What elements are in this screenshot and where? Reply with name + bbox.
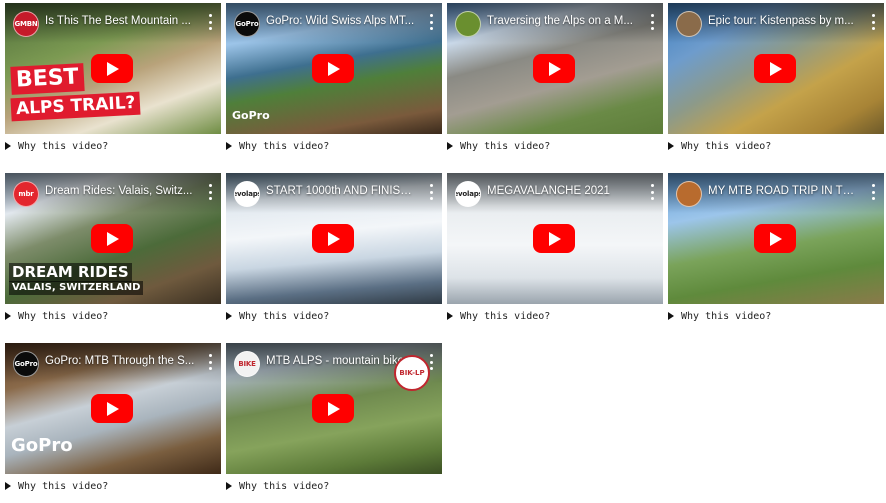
video-title[interactable]: MY MTB ROAD TRIP IN TH... xyxy=(708,185,858,197)
more-options-icon[interactable] xyxy=(205,184,215,200)
video-card[interactable]: BIKE MTB ALPS - mountain bike ... BIK-LP… xyxy=(226,343,442,503)
video-card[interactable]: Epic tour: Kistenpass by m... Why this v… xyxy=(668,3,884,163)
youtube-play-icon[interactable] xyxy=(91,224,133,253)
thumbnail-overlay-text: BEST xyxy=(10,63,85,95)
why-this-video-toggle[interactable]: Why this video? xyxy=(226,479,329,493)
why-this-video-toggle[interactable]: Why this video? xyxy=(668,309,771,323)
video-card[interactable]: mbr Dream Rides: Valais, Switz... DREAM … xyxy=(5,173,221,333)
video-title[interactable]: GoPro: Wild Swiss Alps MT... xyxy=(266,15,416,27)
video-card[interactable]: GoPro GoPro: MTB Through the S... GoPro … xyxy=(5,343,221,503)
video-card[interactable]: evolaps MEGAVALANCHE 2021 Why this video… xyxy=(447,173,663,333)
video-title[interactable]: Dream Rides: Valais, Switz... xyxy=(45,185,195,197)
video-title[interactable]: START 1000th AND FINISH ... xyxy=(266,185,416,197)
video-thumbnail[interactable]: evolaps START 1000th AND FINISH ... xyxy=(226,173,442,304)
disclosure-triangle-icon xyxy=(5,312,11,320)
video-title[interactable]: MEGAVALANCHE 2021 xyxy=(487,185,637,197)
disclosure-triangle-icon xyxy=(447,142,453,150)
why-this-video-toggle[interactable]: Why this video? xyxy=(447,309,550,323)
why-this-video-toggle[interactable]: Why this video? xyxy=(226,139,329,153)
gopro-logo: GoPro xyxy=(11,435,73,456)
youtube-play-icon[interactable] xyxy=(312,224,354,253)
channel-avatar[interactable]: GoPro xyxy=(13,351,39,377)
thumbnail-overlay-text: VALAIS, SWITZERLAND xyxy=(9,281,144,295)
video-title[interactable]: GoPro: MTB Through the S... xyxy=(45,355,195,367)
channel-avatar[interactable] xyxy=(676,181,702,207)
why-this-video-toggle[interactable]: Why this video? xyxy=(226,309,329,323)
why-this-video-toggle[interactable]: Why this video? xyxy=(5,479,108,493)
channel-avatar[interactable] xyxy=(676,11,702,37)
video-thumbnail[interactable]: BIKE MTB ALPS - mountain bike ... BIK-LP xyxy=(226,343,442,474)
more-options-icon[interactable] xyxy=(647,14,657,30)
disclosure-triangle-icon xyxy=(447,312,453,320)
disclosure-triangle-icon xyxy=(5,482,11,490)
youtube-play-icon[interactable] xyxy=(533,224,575,253)
video-card[interactable]: GMBN Is This The Best Mountain ... BEST … xyxy=(5,3,221,163)
disclosure-triangle-icon xyxy=(226,142,232,150)
video-card[interactable]: Traversing the Alps on a M... Why this v… xyxy=(447,3,663,163)
why-this-video-toggle[interactable]: Why this video? xyxy=(447,139,550,153)
channel-avatar[interactable] xyxy=(455,11,481,37)
video-grid: GMBN Is This The Best Mountain ... BEST … xyxy=(5,3,885,493)
gopro-logo: GoPro xyxy=(232,109,270,122)
youtube-play-icon[interactable] xyxy=(312,394,354,423)
video-thumbnail[interactable]: GoPro GoPro: Wild Swiss Alps MT... GoPro xyxy=(226,3,442,134)
why-this-video-toggle[interactable]: Why this video? xyxy=(5,139,108,153)
more-options-icon[interactable] xyxy=(205,14,215,30)
video-thumbnail[interactable]: Epic tour: Kistenpass by m... xyxy=(668,3,884,134)
video-card[interactable]: evolaps START 1000th AND FINISH ... Why … xyxy=(226,173,442,333)
why-this-video-toggle[interactable]: Why this video? xyxy=(5,309,108,323)
youtube-play-icon[interactable] xyxy=(91,54,133,83)
video-title[interactable]: Is This The Best Mountain ... xyxy=(45,15,195,27)
why-this-video-toggle[interactable]: Why this video? xyxy=(668,139,771,153)
more-options-icon[interactable] xyxy=(205,354,215,370)
channel-avatar[interactable]: GMBN xyxy=(13,11,39,37)
video-title[interactable]: Epic tour: Kistenpass by m... xyxy=(708,15,858,27)
thumbnail-overlay-text: DREAM RIDES xyxy=(9,263,132,282)
more-options-icon[interactable] xyxy=(868,184,878,200)
disclosure-triangle-icon xyxy=(226,482,232,490)
more-options-icon[interactable] xyxy=(426,14,436,30)
video-title[interactable]: MTB ALPS - mountain bike ... xyxy=(266,355,416,367)
disclosure-triangle-icon xyxy=(5,142,11,150)
disclosure-triangle-icon xyxy=(668,142,674,150)
disclosure-triangle-icon xyxy=(668,312,674,320)
video-thumbnail[interactable]: MY MTB ROAD TRIP IN TH... xyxy=(668,173,884,304)
video-card[interactable]: MY MTB ROAD TRIP IN TH... Why this video… xyxy=(668,173,884,333)
more-options-icon[interactable] xyxy=(868,14,878,30)
more-options-icon[interactable] xyxy=(647,184,657,200)
more-options-icon[interactable] xyxy=(426,184,436,200)
youtube-play-icon[interactable] xyxy=(533,54,575,83)
video-thumbnail[interactable]: GoPro GoPro: MTB Through the S... GoPro xyxy=(5,343,221,474)
youtube-play-icon[interactable] xyxy=(754,54,796,83)
thumbnail-overlay-text: ALPS TRAIL? xyxy=(10,91,141,122)
video-thumbnail[interactable]: GMBN Is This The Best Mountain ... BEST … xyxy=(5,3,221,134)
youtube-play-icon[interactable] xyxy=(91,394,133,423)
video-thumbnail[interactable]: Traversing the Alps on a M... xyxy=(447,3,663,134)
channel-avatar[interactable]: GoPro xyxy=(234,11,260,37)
video-card[interactable]: GoPro GoPro: Wild Swiss Alps MT... GoPro… xyxy=(226,3,442,163)
video-title[interactable]: Traversing the Alps on a M... xyxy=(487,15,637,27)
channel-avatar[interactable]: evolaps xyxy=(455,181,481,207)
video-thumbnail[interactable]: mbr Dream Rides: Valais, Switz... DREAM … xyxy=(5,173,221,304)
disclosure-triangle-icon xyxy=(226,312,232,320)
channel-avatar[interactable]: BIKE xyxy=(234,351,260,377)
video-thumbnail[interactable]: evolaps MEGAVALANCHE 2021 xyxy=(447,173,663,304)
channel-avatar[interactable]: evolaps xyxy=(234,181,260,207)
channel-avatar[interactable]: mbr xyxy=(13,181,39,207)
youtube-play-icon[interactable] xyxy=(312,54,354,83)
bike-lp-badge: BIK-LP xyxy=(394,355,430,391)
youtube-play-icon[interactable] xyxy=(754,224,796,253)
